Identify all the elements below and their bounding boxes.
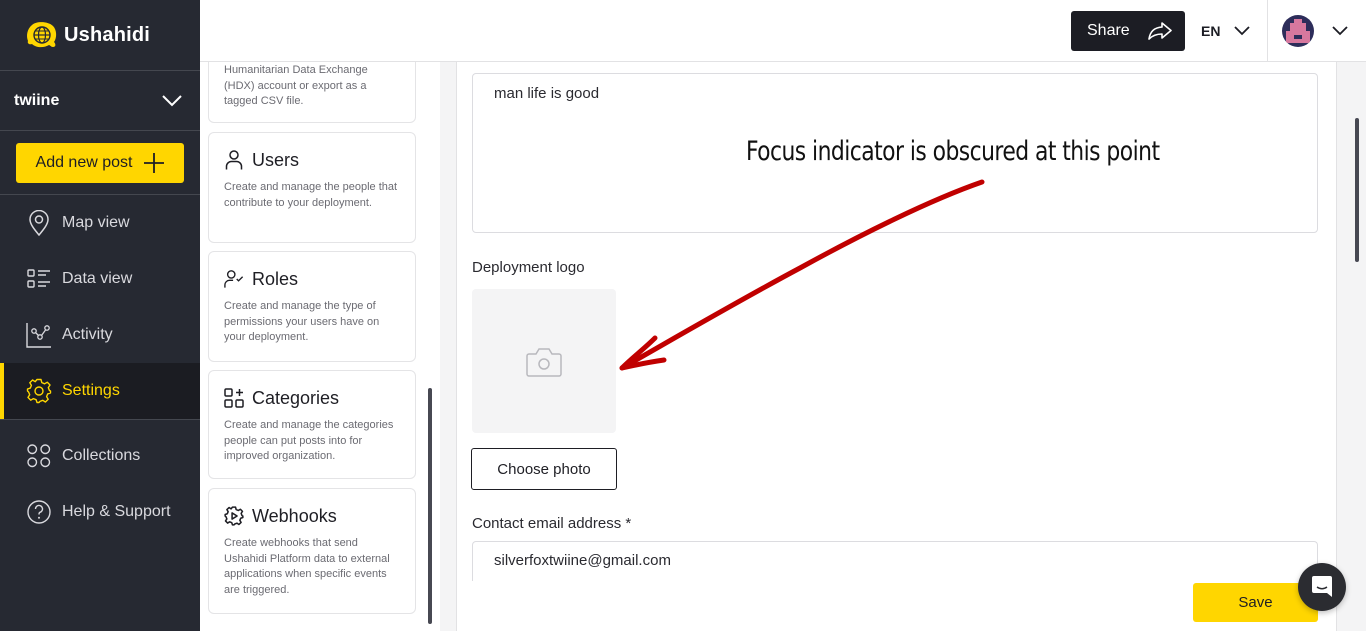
user-icon xyxy=(224,150,244,170)
gear-icon xyxy=(26,378,52,404)
ushahidi-logo-icon xyxy=(27,22,57,48)
add-new-post-button[interactable]: Add new post xyxy=(16,142,184,183)
page-scrollbar-thumb[interactable] xyxy=(1355,118,1359,262)
categories-icon xyxy=(224,388,244,408)
language-label: EN xyxy=(1201,23,1221,39)
map-pin-icon xyxy=(26,210,52,236)
sidebar-item-label: Collections xyxy=(62,447,141,464)
share-button[interactable]: Share xyxy=(1071,11,1185,51)
settings-card-export[interactable]: Humanitarian Data Exchange (HDX) account… xyxy=(208,62,416,123)
card-description: Create and manage the people that contri… xyxy=(224,181,398,209)
user-menu[interactable] xyxy=(1282,15,1348,47)
sidebar-item-collections[interactable]: Collections xyxy=(0,428,200,484)
email-label: Contact email address * xyxy=(472,515,632,532)
share-arrow-icon xyxy=(1147,22,1172,40)
logo-preview xyxy=(472,289,616,433)
activity-chart-icon xyxy=(26,322,52,348)
deployment-name: twiine xyxy=(14,91,60,109)
sidebar: Ushahidi twiine Add new post Map view Da… xyxy=(0,0,200,631)
sidebar-item-data-view[interactable]: Data view xyxy=(0,251,200,307)
logo-label: Deployment logo xyxy=(472,259,585,276)
user-check-icon xyxy=(224,269,244,289)
language-selector[interactable]: EN xyxy=(1201,11,1251,51)
card-title: Users xyxy=(252,149,300,170)
settings-list: Humanitarian Data Exchange (HDX) account… xyxy=(200,62,440,631)
webhook-gear-icon xyxy=(224,506,244,526)
choose-photo-label: Choose photo xyxy=(497,460,591,478)
topbar: Share EN xyxy=(200,0,1366,62)
nav-divider xyxy=(0,419,200,420)
settings-card-categories[interactable]: Categories Create and manage the categor… xyxy=(208,370,416,479)
settings-card-users[interactable]: Users Create and manage the people that … xyxy=(208,132,416,243)
brand-name: Ushahidi xyxy=(64,23,151,46)
sidebar-item-settings[interactable]: Settings xyxy=(0,363,200,419)
app-root: Ushahidi twiine Add new post Map view Da… xyxy=(0,0,1366,631)
deployment-selector[interactable]: twiine xyxy=(0,71,200,131)
sidebar-nav: Map view Data view Activity Settings Col… xyxy=(0,195,200,540)
save-label: Save xyxy=(1238,594,1273,611)
card-description: Create webhooks that send Ushahidi Platf… xyxy=(224,537,390,596)
sidebar-item-label: Help & Support xyxy=(62,503,171,520)
add-post-container: Add new post xyxy=(0,131,200,195)
sidebar-item-label: Settings xyxy=(62,382,120,399)
page-scroll-track xyxy=(1336,62,1366,631)
collections-icon xyxy=(26,443,52,469)
chat-bubble-icon xyxy=(1312,576,1332,597)
sidebar-item-label: Activity xyxy=(62,326,113,343)
settings-list-scrollbar[interactable] xyxy=(428,388,432,624)
card-title: Roles xyxy=(252,268,299,289)
email-value: silverfoxtwiine@gmail.com xyxy=(494,552,671,569)
help-icon xyxy=(26,499,52,525)
card-description: Create and manage the type of permission… xyxy=(224,300,380,343)
chevron-down-icon xyxy=(1234,26,1251,36)
avatar xyxy=(1282,15,1314,47)
sidebar-item-map-view[interactable]: Map view xyxy=(0,195,200,251)
card-description: Create and manage the categories people … xyxy=(224,419,394,462)
list-icon xyxy=(26,266,52,292)
contact-email-input[interactable]: silverfoxtwiine@gmail.com xyxy=(472,541,1318,581)
share-label: Share xyxy=(1087,22,1130,39)
card-title: Webhooks xyxy=(252,505,337,526)
card-title: Categories xyxy=(252,387,340,408)
plus-icon xyxy=(144,152,165,173)
sidebar-item-activity[interactable]: Activity xyxy=(0,307,200,363)
settings-card-webhooks[interactable]: Webhooks Create webhooks that send Ushah… xyxy=(208,488,416,614)
description-value: man life is good xyxy=(494,85,600,102)
choose-photo-button[interactable]: Choose photo xyxy=(471,448,617,490)
content-gutter xyxy=(440,62,457,631)
add-post-label: Add new post xyxy=(35,153,133,171)
settings-card-roles[interactable]: Roles Create and manage the type of perm… xyxy=(208,251,416,362)
topbar-divider xyxy=(1267,0,1268,62)
card-description: Humanitarian Data Exchange (HDX) account… xyxy=(224,64,368,107)
sidebar-item-help-support[interactable]: Help & Support xyxy=(0,484,200,540)
support-chat-button[interactable] xyxy=(1298,563,1346,611)
chevron-down-icon xyxy=(162,94,182,106)
chevron-down-icon xyxy=(1332,26,1348,36)
sidebar-item-label: Map view xyxy=(62,214,130,231)
sidebar-item-label: Data view xyxy=(62,270,133,287)
brand[interactable]: Ushahidi xyxy=(0,0,200,71)
annotation-text: Focus indicator is obscured at this poin… xyxy=(746,136,1160,167)
camera-icon xyxy=(526,348,562,377)
